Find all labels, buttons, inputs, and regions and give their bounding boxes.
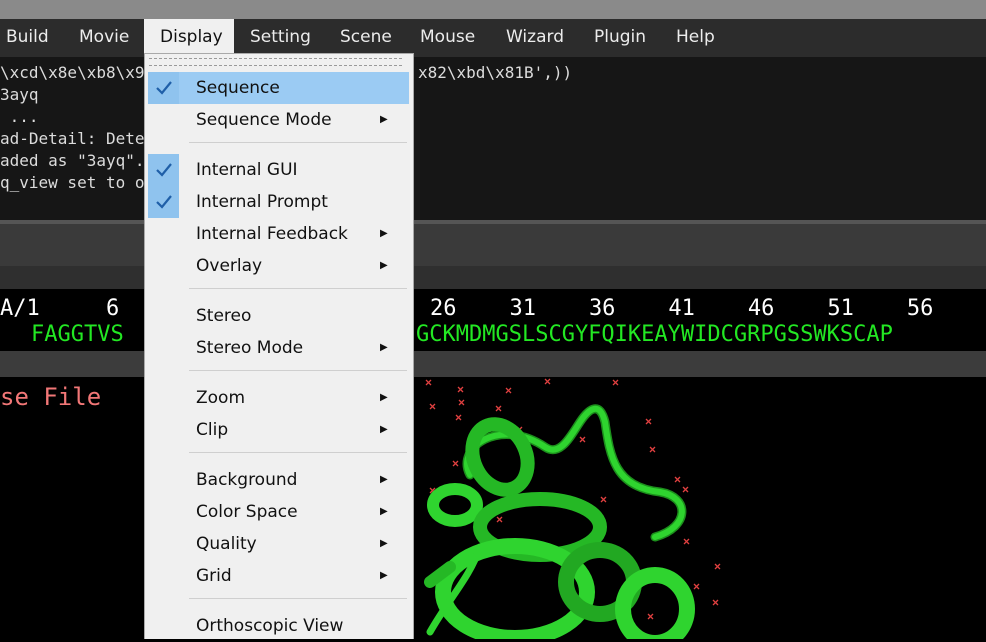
menu-item-stereo-mode[interactable]: Stereo Mode ▶	[148, 332, 409, 364]
menu-item-label: Clip	[196, 420, 229, 440]
menu-mouse[interactable]: Mouse	[414, 19, 481, 57]
console-line: aded as "3ayq".	[0, 151, 145, 170]
submenu-arrow-icon: ▶	[380, 114, 388, 125]
menu-item-label: Background	[196, 470, 298, 490]
menu-item-label: Internal Feedback	[196, 224, 348, 244]
submenu-arrow-icon: ▶	[380, 538, 388, 549]
submenu-arrow-icon: ▶	[380, 474, 388, 485]
console-line-tail: x82\xbd\x81B',))	[418, 63, 573, 82]
menu-scene[interactable]: Scene	[334, 19, 398, 57]
menu-item-label: Orthoscopic View	[196, 616, 344, 636]
menu-item-internal-gui[interactable]: Internal GUI	[148, 154, 409, 186]
menu-movie[interactable]: Movie	[73, 19, 135, 57]
menu-item-label: Stereo	[196, 306, 252, 326]
menu-divider	[189, 452, 407, 453]
menu-item-label: Overlay	[196, 256, 263, 276]
menu-item-grid[interactable]: Grid ▶	[148, 560, 409, 592]
console-line: ...	[0, 107, 39, 126]
sequence-numbers-right: 26 31 36 41 46 51 56	[430, 296, 934, 321]
check-icon	[148, 186, 179, 218]
menu-build[interactable]: Build	[0, 19, 55, 57]
submenu-arrow-icon: ▶	[380, 506, 388, 517]
submenu-arrow-icon: ▶	[380, 570, 388, 581]
check-icon	[148, 72, 179, 104]
menu-item-label: Internal GUI	[196, 160, 298, 180]
menu-plugin[interactable]: Plugin	[588, 19, 652, 57]
menu-divider	[189, 598, 407, 599]
menu-item-color-space[interactable]: Color Space ▶	[148, 496, 409, 528]
sequence-numbers: A/1 6	[0, 296, 120, 321]
console-line: 3ayq	[0, 85, 39, 104]
menu-item-label: Zoom	[196, 388, 246, 408]
menu-item-label: Sequence	[196, 78, 280, 98]
menu-item-label: Sequence Mode	[196, 110, 332, 130]
menu-divider	[189, 370, 407, 371]
tear-off-handle[interactable]	[149, 58, 402, 66]
menu-item-sequence-mode[interactable]: Sequence Mode ▶	[148, 104, 409, 136]
menu-display[interactable]: Display	[144, 19, 234, 57]
menu-item-label: Internal Prompt	[196, 192, 328, 212]
sequence-residues-right[interactable]: GCKMDMGSLSCGYFQIKEAYWIDCGRPGSSWKSCAP	[416, 322, 893, 347]
submenu-arrow-icon: ▶	[380, 228, 388, 239]
menu-help[interactable]: Help	[670, 19, 721, 57]
menu-item-label: Color Space	[196, 502, 298, 522]
menu-item-internal-feedback[interactable]: Internal Feedback ▶	[148, 218, 409, 250]
menu-item-zoom[interactable]: Zoom ▶	[148, 382, 409, 414]
menu-item-label: Quality	[196, 534, 257, 554]
window-title-strip	[0, 0, 986, 19]
console-line: ad-Detail: Dete	[0, 129, 145, 148]
menu-item-overlay[interactable]: Overlay ▶	[148, 250, 409, 282]
display-menu-dropdown: Sequence Sequence Mode ▶ Internal GUI In…	[144, 53, 414, 639]
sequence-residues[interactable]: FAGGTVS	[31, 322, 124, 347]
console-line: q_view set to o	[0, 173, 145, 192]
menu-item-quality[interactable]: Quality ▶	[148, 528, 409, 560]
menu-divider	[189, 142, 407, 143]
submenu-arrow-icon: ▶	[380, 392, 388, 403]
submenu-arrow-icon: ▶	[380, 260, 388, 271]
menu-item-label: Grid	[196, 566, 232, 586]
console-line: \xcd\x8e\xb8\x9	[0, 63, 145, 82]
menu-item-internal-prompt[interactable]: Internal Prompt	[148, 186, 409, 218]
submenu-arrow-icon: ▶	[380, 342, 388, 353]
protein-cartoon	[424, 404, 695, 639]
menu-item-stereo[interactable]: Stereo	[148, 300, 409, 332]
menu-item-clip[interactable]: Clip ▶	[148, 414, 409, 446]
menubar: Build Movie Display Setting Scene Mouse …	[0, 19, 986, 57]
menu-divider	[189, 288, 407, 289]
menu-item-background[interactable]: Background ▶	[148, 464, 409, 496]
menu-item-label: Stereo Mode	[196, 338, 304, 358]
submenu-arrow-icon: ▶	[380, 424, 388, 435]
menu-item-orthoscopic-view[interactable]: Orthoscopic View	[148, 610, 409, 642]
menu-item-sequence[interactable]: Sequence	[148, 72, 409, 104]
menu-setting[interactable]: Setting	[244, 19, 317, 57]
menu-wizard[interactable]: Wizard	[500, 19, 570, 57]
check-icon	[148, 154, 179, 186]
